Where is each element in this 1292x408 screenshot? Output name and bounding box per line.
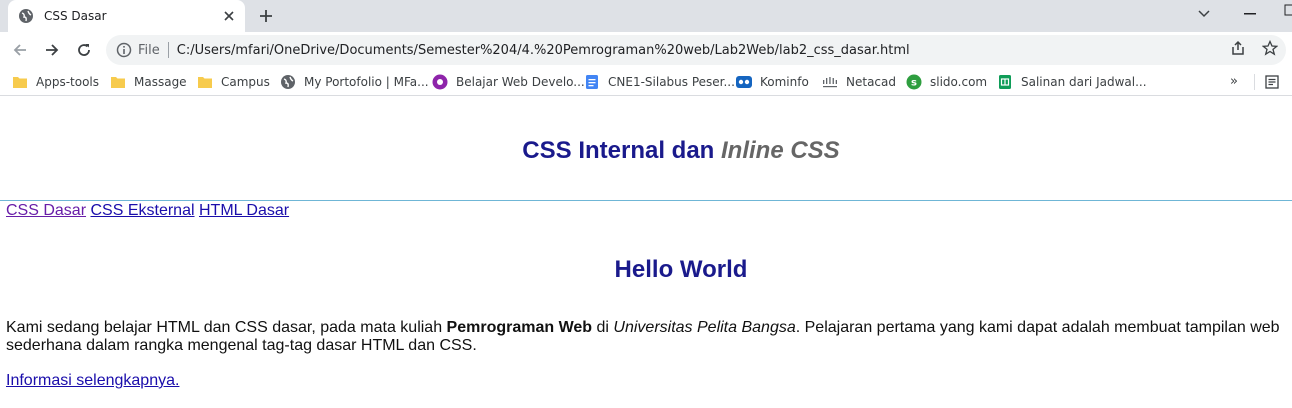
intro-paragraph: Kami sedang belajar HTML dan CSS dasar, … (6, 319, 1286, 355)
chevron-down-icon[interactable] (1194, 4, 1214, 24)
bookmark-item[interactable]: Netacad (822, 72, 896, 92)
bookmark-item[interactable]: Belajar Web Develo... (432, 72, 585, 92)
nav-link-css-eksternal[interactable]: CSS Eksternal (90, 202, 194, 219)
header-title-text: CSS Internal dan (522, 137, 721, 164)
paragraph-text: Kami sedang belajar HTML dan CSS dasar, … (6, 319, 447, 336)
reading-list-icon[interactable] (1264, 74, 1280, 90)
bookmark-label: Salinan dari Jadwal... (1021, 75, 1147, 89)
bookmark-label: My Portofolio | MFa... (304, 75, 429, 89)
globe-icon (280, 74, 296, 90)
arrow-right-icon (46, 44, 59, 56)
browser-tab[interactable]: CSS Dasar (8, 0, 245, 32)
reload-icon (78, 44, 90, 56)
reload-button[interactable] (72, 38, 96, 62)
bookmark-label: Massage (134, 75, 187, 89)
folder-icon (197, 74, 213, 90)
page-nav: CSS Dasar CSS Eksternal HTML Dasar (6, 202, 289, 220)
nav-link-css-dasar[interactable]: CSS Dasar (6, 202, 86, 219)
address-bar[interactable]: File C:/Users/mfari/OneDrive/Documents/S… (106, 35, 1286, 65)
bookmark-item[interactable]: Salinan dari Jadwal... (997, 72, 1147, 92)
close-icon[interactable] (221, 8, 237, 24)
bookmark-star-icon[interactable] (1260, 38, 1280, 58)
folder-icon (12, 74, 28, 90)
hello-heading: Hello World (614, 256, 748, 283)
header-title-emphasis: Inline CSS (721, 137, 840, 164)
nav-link-html-dasar[interactable]: HTML Dasar (199, 202, 289, 219)
bookmark-label: Netacad (846, 75, 896, 89)
tab-strip: CSS Dasar (0, 0, 1292, 32)
bookmark-item[interactable]: CNE1-Silabus Peser... (584, 72, 735, 92)
bookmark-label: slido.com (930, 75, 988, 89)
sheets-icon (997, 74, 1013, 90)
forward-button[interactable] (40, 38, 64, 62)
bookmark-label: CNE1-Silabus Peser... (608, 75, 735, 89)
bookmark-label: Apps-tools (36, 75, 99, 89)
bookmark-item[interactable]: Kominfo (736, 72, 809, 92)
paragraph-strong: Pemrograman Web (446, 319, 593, 336)
bookmark-label: Campus (221, 75, 270, 89)
purple-circle-icon (432, 74, 448, 90)
folder-icon (110, 74, 126, 90)
docs-icon (584, 74, 600, 90)
more-info-link[interactable]: Informasi selengkapnya. (6, 372, 179, 390)
cisco-icon (822, 74, 838, 90)
browser-toolbar: File C:/Users/mfari/OneDrive/Documents/S… (0, 32, 1292, 68)
minimize-icon[interactable] (1240, 4, 1260, 24)
arrow-left-icon (13, 44, 26, 56)
slido-icon: s (906, 74, 922, 90)
bookmark-item[interactable]: Massage (110, 72, 187, 92)
url-text[interactable]: C:/Users/mfari/OneDrive/Documents/Semest… (177, 43, 910, 58)
bookmark-label: Belajar Web Develo... (456, 75, 585, 89)
paragraph-text: di (592, 319, 614, 336)
share-icon[interactable] (1228, 38, 1248, 58)
back-button[interactable] (8, 38, 32, 62)
header-divider (0, 200, 1292, 201)
web-page: CSS Internal dan Inline CSS CSS Dasar CS… (0, 96, 1292, 408)
bookmark-item[interactable]: My Portofolio | MFa... (280, 72, 429, 92)
bookmark-item[interactable]: Campus (197, 72, 270, 92)
page-header-title: CSS Internal dan Inline CSS (0, 137, 1292, 165)
tab-title: CSS Dasar (44, 9, 107, 23)
bookmark-item[interactable]: Apps-tools (12, 72, 99, 92)
info-icon[interactable] (116, 42, 132, 58)
maximize-icon[interactable] (1284, 4, 1292, 24)
scheme-label: File (138, 42, 160, 58)
bookmarks-bar: Apps-tools Massage Campus My Portofolio … (0, 68, 1292, 96)
globe-icon (18, 8, 34, 24)
bookmark-label: Kominfo (760, 75, 809, 89)
address-divider (167, 42, 169, 58)
kominfo-icon (736, 74, 752, 90)
bookmarks-divider (1254, 74, 1255, 90)
bookmarks-overflow-button[interactable]: » (1230, 74, 1238, 89)
bookmark-item[interactable]: s slido.com (906, 72, 987, 92)
paragraph-emphasis: Universitas Pelita Bangsa (613, 319, 796, 336)
svg-text:s: s (911, 78, 917, 89)
new-tab-button[interactable] (252, 4, 280, 28)
